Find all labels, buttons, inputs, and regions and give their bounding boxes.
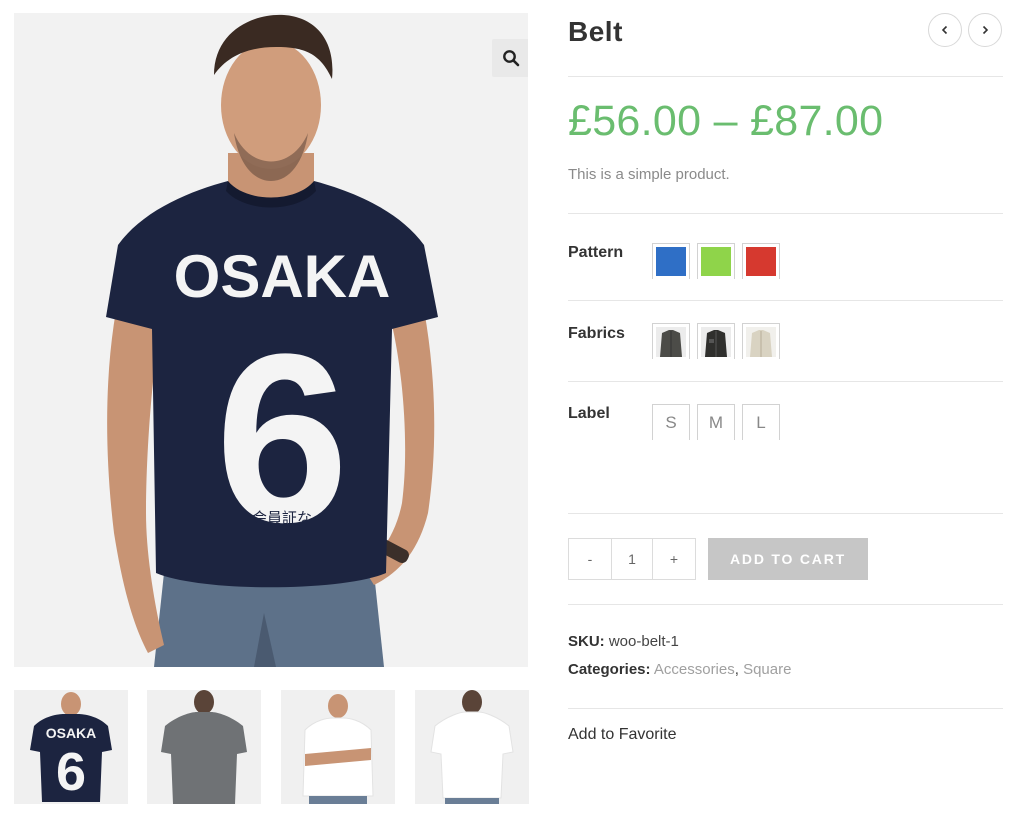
- size-option-l[interactable]: L: [742, 404, 780, 440]
- thumbnail-4-image: [415, 690, 529, 804]
- next-product-button[interactable]: [968, 13, 1002, 47]
- thumbnail-strip: OSAKA 6: [14, 690, 529, 804]
- model-photo: OSAKA 6 会員証な: [14, 13, 528, 667]
- pattern-swatch-green[interactable]: [697, 243, 735, 279]
- pattern-swatch-blue-fill: [656, 247, 686, 276]
- pattern-swatch-red-fill: [746, 247, 776, 276]
- divider: [568, 381, 1003, 382]
- chevron-right-icon: [982, 25, 989, 35]
- sku-line: SKU: woo-belt-1: [568, 633, 679, 650]
- shirt-fabric-icon: [656, 327, 686, 357]
- categories-line: Categories: Accessories, Square: [568, 661, 791, 678]
- fabric-swatch-beige[interactable]: [742, 323, 780, 359]
- pattern-swatch-green-fill: [701, 247, 731, 276]
- pattern-swatch-blue[interactable]: [652, 243, 690, 279]
- size-option-m[interactable]: M: [697, 404, 735, 440]
- fabrics-label: Fabrics: [568, 325, 625, 342]
- shirt-print-osaka: OSAKA: [174, 243, 391, 310]
- size-label: Label: [568, 405, 610, 422]
- quantity-input[interactable]: 1: [611, 539, 653, 579]
- divider: [568, 604, 1003, 605]
- quantity-plus-button[interactable]: +: [653, 539, 695, 579]
- product-title: Belt: [568, 16, 623, 47]
- shirt-print-kanji: 会員証な: [252, 509, 312, 527]
- main-product-image[interactable]: OSAKA 6 会員証な: [14, 13, 528, 667]
- thumbnail-2[interactable]: [147, 690, 261, 804]
- shirt-print-number: 6: [215, 304, 348, 572]
- thumbnail-2-image: [147, 690, 261, 804]
- category-separator: ,: [734, 661, 739, 678]
- thumbnail-3-image: [281, 690, 395, 804]
- category-link-square[interactable]: Square: [743, 661, 791, 678]
- product-description: This is a simple product.: [568, 166, 730, 183]
- add-to-favorite-link[interactable]: Add to Favorite: [568, 726, 677, 744]
- thumbnail-1[interactable]: OSAKA 6: [14, 690, 128, 804]
- divider: [568, 513, 1003, 514]
- previous-product-button[interactable]: [928, 13, 962, 47]
- divider: [568, 708, 1003, 709]
- search-icon: [503, 50, 520, 67]
- divider: [568, 300, 1003, 301]
- product-price: £56.00 – £87.00: [568, 97, 884, 145]
- quantity-minus-button[interactable]: -: [569, 539, 611, 579]
- chevron-left-icon: [941, 25, 948, 35]
- divider: [568, 76, 1003, 77]
- thumbnail-4[interactable]: [415, 690, 529, 804]
- pattern-label: Pattern: [568, 244, 624, 261]
- quantity-stepper: - 1 +: [568, 538, 696, 580]
- pattern-swatch-red[interactable]: [742, 243, 780, 279]
- shirt-fabric-icon: [701, 327, 731, 357]
- zoom-button[interactable]: [492, 39, 528, 77]
- divider: [568, 213, 1003, 214]
- thumb-print-osaka: OSAKA: [46, 725, 97, 741]
- size-option-s[interactable]: S: [652, 404, 690, 440]
- thumb-print-number: 6: [56, 742, 86, 802]
- category-link-accessories[interactable]: Accessories: [654, 661, 735, 678]
- shirt-fabric-icon: [746, 327, 776, 357]
- fabric-swatch-dark-gray[interactable]: [652, 323, 690, 359]
- add-to-cart-button[interactable]: ADD TO CART: [708, 538, 868, 580]
- fabric-swatch-black[interactable]: [697, 323, 735, 359]
- thumbnail-1-image: OSAKA 6: [14, 690, 128, 804]
- thumbnail-3[interactable]: [281, 690, 395, 804]
- categories-label: Categories:: [568, 661, 651, 678]
- sku-label: SKU:: [568, 633, 605, 650]
- sku-value: woo-belt-1: [608, 633, 679, 650]
